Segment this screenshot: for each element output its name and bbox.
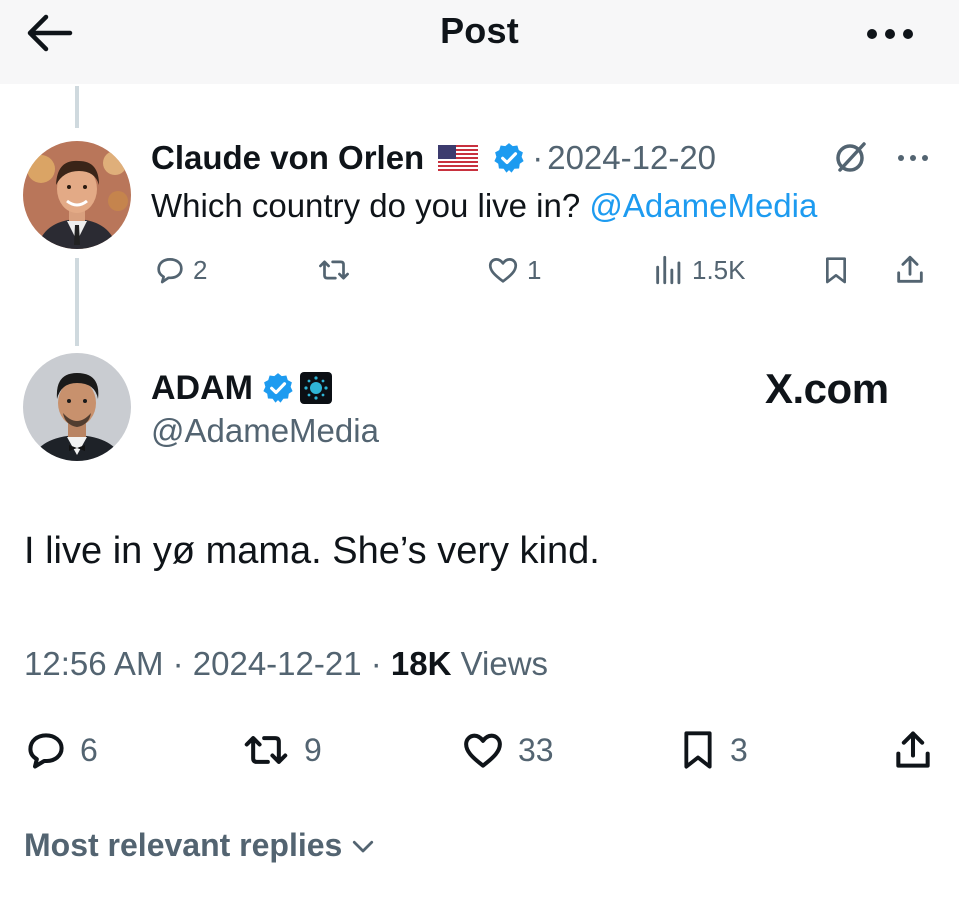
thread-line-top bbox=[75, 86, 79, 128]
parent-more-button[interactable] bbox=[893, 148, 933, 168]
reply-icon bbox=[28, 733, 64, 769]
views-button[interactable]: 1.5K bbox=[652, 250, 746, 290]
author-name[interactable]: Claude von Orlen bbox=[151, 139, 424, 177]
replies-sort-dropdown[interactable]: Most relevant replies bbox=[24, 827, 378, 864]
like-count: 33 bbox=[518, 731, 554, 768]
bookmark-count: 3 bbox=[730, 731, 748, 768]
reply-button[interactable]: 6 bbox=[24, 723, 98, 777]
thread-line-connector bbox=[75, 258, 79, 346]
author-name[interactable]: ADAM bbox=[151, 369, 253, 408]
replies-sort-label: Most relevant replies bbox=[24, 827, 343, 863]
chevron-down-icon bbox=[353, 840, 374, 852]
repost-button[interactable]: 9 bbox=[240, 723, 322, 777]
affiliate-badge-icon bbox=[299, 372, 332, 404]
main-post-text: I live in yø mama. She’s very kind. bbox=[24, 530, 600, 572]
main-post-header: ADAM bbox=[151, 365, 333, 411]
meta-separator: · bbox=[361, 645, 391, 682]
like-count: 1 bbox=[527, 254, 542, 285]
views-count[interactable]: 18K bbox=[391, 645, 452, 682]
heart-icon bbox=[464, 733, 502, 768]
share-button[interactable] bbox=[891, 723, 935, 777]
more-options-button[interactable] bbox=[860, 14, 920, 54]
views-label: Views bbox=[451, 645, 549, 682]
more-horizontal-icon bbox=[898, 155, 928, 161]
share-icon bbox=[897, 255, 923, 283]
bookmark-button[interactable] bbox=[820, 250, 852, 290]
repost-count: 9 bbox=[304, 731, 322, 768]
bookmark-button[interactable]: 3 bbox=[678, 723, 748, 777]
reply-count: 6 bbox=[80, 731, 98, 768]
avatar-claude[interactable] bbox=[23, 141, 131, 249]
reply-count: 2 bbox=[193, 254, 208, 285]
post-date[interactable]: 2024-12-20 bbox=[547, 139, 716, 177]
verified-badge-icon bbox=[263, 373, 293, 403]
xcom-watermark: X.com bbox=[765, 365, 889, 412]
share-button[interactable] bbox=[893, 250, 927, 290]
grok-button[interactable] bbox=[832, 138, 870, 176]
parent-post-header: Claude von Orlen · 2024-12-20 bbox=[151, 135, 716, 181]
top-bar: Post bbox=[0, 0, 959, 84]
more-horizontal-icon bbox=[867, 29, 913, 39]
post-date: 2024-12-21 bbox=[192, 645, 362, 682]
repost-icon bbox=[244, 736, 288, 764]
post-meta: 12:56 AM · 2024-12-21 · 18K Views bbox=[24, 645, 548, 683]
repost-icon bbox=[319, 260, 349, 280]
like-button[interactable]: 1 bbox=[485, 250, 541, 290]
avatar-adam[interactable] bbox=[23, 353, 131, 461]
verified-badge-icon bbox=[494, 143, 524, 173]
grok-icon bbox=[836, 142, 866, 172]
like-button[interactable]: 33 bbox=[460, 723, 554, 777]
bookmark-icon bbox=[684, 731, 712, 769]
share-icon bbox=[896, 731, 930, 768]
analytics-icon bbox=[656, 255, 681, 285]
views-count: 1.5K bbox=[692, 254, 746, 285]
reply-icon bbox=[157, 258, 183, 284]
date-separator: · bbox=[532, 139, 544, 176]
post-text: Which country do you live in? bbox=[151, 187, 590, 224]
parent-post-text: Which country do you live in? @AdameMedi… bbox=[151, 187, 817, 225]
reply-button[interactable]: 2 bbox=[153, 250, 207, 290]
author-handle[interactable]: @AdameMedia bbox=[151, 412, 379, 450]
heart-icon bbox=[488, 258, 518, 283]
bookmark-icon bbox=[826, 257, 846, 284]
meta-separator: · bbox=[163, 645, 193, 682]
repost-button[interactable] bbox=[315, 250, 359, 290]
mention-link[interactable]: @AdameMedia bbox=[589, 187, 817, 224]
us-flag-icon bbox=[438, 145, 479, 171]
page-title: Post bbox=[440, 10, 519, 51]
post-time: 12:56 AM bbox=[24, 645, 164, 682]
